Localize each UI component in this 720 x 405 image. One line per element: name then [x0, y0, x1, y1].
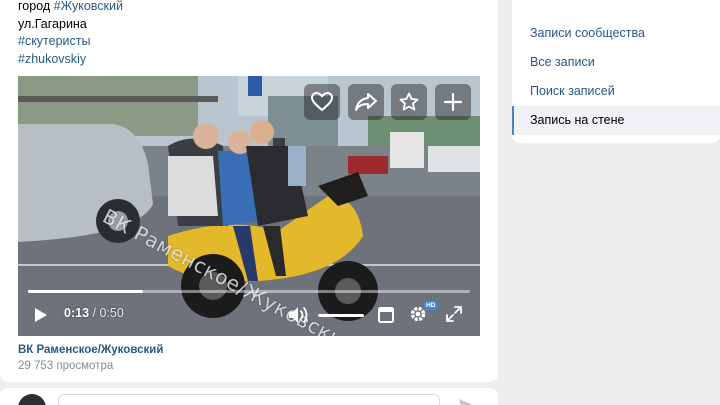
video-time: 0:13 / 0:50: [64, 306, 124, 320]
time-total: 0:50: [99, 306, 124, 320]
video-controls: 0:13 / 0:50 HD: [18, 294, 480, 336]
avatar[interactable]: [18, 394, 46, 405]
hashtag-zhukovsky[interactable]: #Жуковский: [54, 0, 123, 13]
post-text: город #Жуковский ул.Гагарина #скутеристы…: [18, 0, 123, 68]
sidebar-menu: Записи сообщества Все записи Поиск запис…: [512, 0, 720, 143]
video-progress-bar[interactable]: [28, 290, 470, 293]
volume-icon[interactable]: [288, 306, 310, 324]
sidebar-item-wall-post[interactable]: Запись на стене: [512, 106, 720, 135]
sidebar-item-all-posts[interactable]: Все записи: [512, 48, 720, 77]
hd-badge: HD: [424, 301, 438, 310]
comment-input[interactable]: [58, 394, 440, 405]
sidebar-item-label: Все записи: [530, 55, 595, 69]
add-video-button[interactable]: [435, 84, 471, 120]
play-icon[interactable]: [34, 307, 48, 323]
post-text-street: ул.Гагарина: [18, 16, 87, 31]
star-icon: [399, 92, 419, 111]
wall-post: город #Жуковский ул.Гагарина #скутеристы…: [0, 0, 498, 382]
plus-icon: [444, 93, 462, 111]
video-progress-fill: [28, 290, 143, 293]
time-current: 0:13: [64, 306, 90, 320]
post-text-city: город: [18, 0, 54, 13]
video-source-link[interactable]: ВК Раменское/Жуковский: [18, 344, 163, 356]
hashtag-scooterists[interactable]: #скутеристы: [18, 33, 123, 51]
time-separator: /: [89, 306, 100, 320]
share-icon: [355, 93, 377, 111]
sidebar-item-label: Записи сообщества: [530, 26, 645, 40]
view-count: 29 753 просмотра: [18, 360, 114, 372]
hashtag-zhukovskiy[interactable]: #zhukovskiy: [18, 51, 123, 69]
sidebar-item-label: Поиск записей: [530, 84, 615, 98]
video-player[interactable]: ВК Раменское/Жуковский 0:13 / 0:50 HD: [18, 76, 480, 336]
fullscreen-window-icon[interactable]: [378, 307, 394, 323]
sidebar-item-search-posts[interactable]: Поиск записей: [512, 77, 720, 106]
sidebar-item-community-posts[interactable]: Записи сообщества: [512, 19, 720, 48]
expand-icon[interactable]: [446, 306, 462, 322]
heart-icon: [311, 92, 333, 112]
send-icon[interactable]: [458, 398, 476, 405]
sidebar-item-label: Запись на стене: [530, 113, 625, 127]
like-button[interactable]: [304, 84, 340, 120]
bookmark-button[interactable]: [391, 84, 427, 120]
share-button[interactable]: [348, 84, 384, 120]
volume-slider[interactable]: [318, 314, 364, 317]
comment-bar: [0, 388, 498, 405]
